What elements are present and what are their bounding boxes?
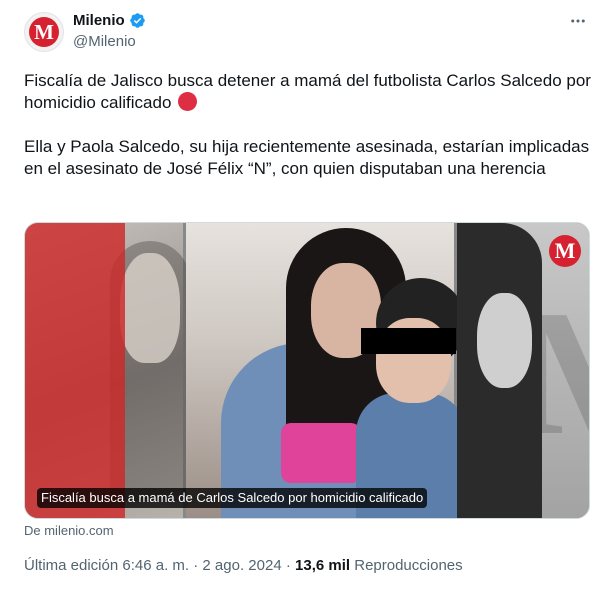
photo-panel-right: M M <box>457 223 589 518</box>
tweet-meta: Última edición 6:46 a. m. · 2 ago. 2024 … <box>24 557 463 574</box>
author-handle[interactable]: @Milenio <box>73 33 136 50</box>
views-label: Reproducciones <box>354 557 463 574</box>
photo-panel-center <box>186 223 466 518</box>
link-card-caption: Fiscalía busca a mamá de Carlos Salcedo … <box>37 488 428 508</box>
tweet-text-paragraph2: Ella y Paola Salcedo, su hija recienteme… <box>24 137 590 178</box>
post-date[interactable]: 2 ago. 2024 <box>202 557 281 574</box>
author-name-row: Milenio <box>73 12 146 29</box>
milenio-logo: M <box>29 17 59 47</box>
tweet-text: Fiscalía de Jalisco busca detener a mamá… <box>24 70 594 180</box>
milenio-watermark-logo: M <box>549 235 581 267</box>
link-card-image[interactable]: M M Fiscalía busca a mamá de Carlos Salc… <box>24 222 590 519</box>
avatar[interactable]: M <box>24 12 64 52</box>
author-display-name[interactable]: Milenio <box>73 12 125 29</box>
link-card-source[interactable]: De milenio.com <box>24 523 114 538</box>
verified-badge-icon <box>129 13 145 28</box>
edited-timestamp[interactable]: Última edición 6:46 a. m. <box>24 557 189 574</box>
views-count: 13,6 mil <box>295 557 351 574</box>
red-circle-emoji <box>178 92 198 111</box>
tweet-text-line1: Fiscalía de Jalisco busca detener a mamá… <box>24 71 591 112</box>
photo-panel-left <box>25 223 190 518</box>
more-icon <box>571 19 585 23</box>
more-options-button[interactable] <box>567 10 589 32</box>
censor-bar <box>361 328 456 354</box>
